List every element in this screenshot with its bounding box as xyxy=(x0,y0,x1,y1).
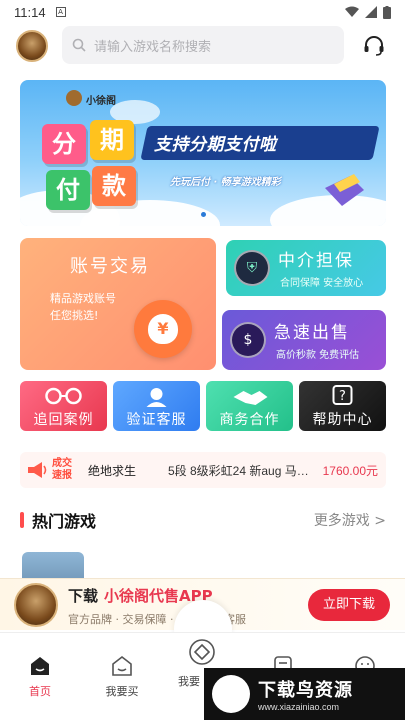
banner-tile: 分 xyxy=(42,124,86,164)
carousel-dot[interactable] xyxy=(200,212,206,217)
ticker-price: 1760.00元 xyxy=(322,463,378,478)
search-placeholder: 请输入游戏名称搜索 xyxy=(94,38,212,54)
quick-link-label: 帮助中心 xyxy=(312,412,373,428)
tab-home[interactable]: 首页 xyxy=(10,655,70,699)
shield-icon: ⛨ xyxy=(234,250,270,286)
section-title: 热门游戏 xyxy=(32,512,97,531)
more-games-link[interactable]: 更多游戏 > xyxy=(314,510,386,530)
quick-link-label: 追回案例 xyxy=(33,412,94,428)
help-icon: ? xyxy=(332,385,353,405)
hot-games-header: 热门游戏 更多游戏 > xyxy=(20,508,386,532)
card-desc: 精品游戏账号 任您挑选! xyxy=(50,290,116,324)
watermark-text: 下载鸟资源 www.xiazainiao.com xyxy=(258,676,353,712)
brand-logo-icon xyxy=(66,90,82,106)
quick-link-label: 验证客服 xyxy=(126,412,187,428)
quick-link-verify-support[interactable]: 验证客服 xyxy=(113,381,200,431)
ticker-tag-line: 成交 xyxy=(52,458,72,469)
status-bar: 11:14 A xyxy=(0,0,405,24)
banner-slogan: 支持分期支付啦 xyxy=(154,135,277,155)
watermark-url: www.xiazainiao.com xyxy=(258,702,340,712)
banner-sub-slogan: 先玩后付 · 畅享游戏精彩 xyxy=(170,177,281,188)
megaphone-icon xyxy=(28,462,47,478)
deal-ticker[interactable]: 成交 速报 绝地求生 5段 8级彩虹24 新aug 马… 1760.00元 xyxy=(20,452,386,488)
svg-text:?: ? xyxy=(339,389,346,404)
banner-tile: 付 xyxy=(46,170,90,210)
headset-icon[interactable] xyxy=(362,34,386,58)
quick-link-business[interactable]: 商务合作 xyxy=(206,381,293,431)
quick-link-label: 商务合作 xyxy=(219,412,280,428)
money-bag-icon: $ xyxy=(230,322,266,358)
card-desc-line: 精品游戏账号 xyxy=(50,292,116,305)
tab-label: 我要买 xyxy=(105,685,139,698)
card-title: 急速出售 xyxy=(274,323,350,343)
carousel-dots xyxy=(20,212,386,217)
card-subtitle: 合同保障 安全放心 xyxy=(280,278,364,289)
banner-tile: 款 xyxy=(92,166,136,206)
notification-icon: A xyxy=(55,7,66,17)
banner-tile: 期 xyxy=(90,120,134,160)
promo-title-prefix: 下载 xyxy=(68,587,99,605)
card-title: 中介担保 xyxy=(278,251,354,271)
avatar[interactable] xyxy=(16,30,48,62)
buy-icon xyxy=(112,655,132,676)
watermark-logo-icon xyxy=(212,675,250,713)
account-trade-card[interactable]: 账号交易 精品游戏账号 任您挑选! ¥ xyxy=(20,238,216,370)
tab-label: 首页 xyxy=(29,685,51,698)
card-subtitle: 高价秒款 免费评估 xyxy=(276,350,360,361)
home-icon xyxy=(31,657,49,675)
money-bag-icon: ¥ xyxy=(134,300,192,358)
site-watermark: 下载鸟资源 www.xiazainiao.com xyxy=(204,668,405,720)
battery-icon xyxy=(383,5,391,19)
quick-link-help[interactable]: ? 帮助中心 xyxy=(299,381,386,431)
search-icon xyxy=(72,38,86,52)
escrow-card[interactable]: ⛨ 中介担保 合同保障 安全放心 xyxy=(226,240,386,296)
app-logo xyxy=(14,583,58,627)
header: 请输入游戏名称搜索 xyxy=(0,26,405,66)
search-input[interactable]: 请输入游戏名称搜索 xyxy=(62,26,344,64)
handshake-icon xyxy=(233,391,268,405)
wallet-icon xyxy=(325,174,364,206)
tab-buy[interactable]: 我要买 xyxy=(92,655,152,699)
ticker-tag: 成交 速报 xyxy=(52,458,76,482)
banner-logo-text: 小徐阁 xyxy=(86,96,116,107)
handcuffs-icon xyxy=(45,387,82,405)
quick-sale-card[interactable]: $ 急速出售 高价秒款 免费评估 xyxy=(222,310,386,370)
support-agent-icon xyxy=(146,388,167,407)
sell-icon xyxy=(189,639,215,665)
card-title: 账号交易 xyxy=(70,256,150,277)
watermark-main: 下载鸟资源 xyxy=(258,680,353,701)
signal-icon xyxy=(365,6,377,18)
promo-banner[interactable]: 小徐阁 分 期 付 款 支持分期支付啦 先玩后付 · 畅享游戏精彩 xyxy=(20,80,386,226)
wifi-icon xyxy=(345,6,359,17)
quick-links: 追回案例 验证客服 商务合作 ? 帮助中心 xyxy=(20,381,386,431)
quick-link-recovery[interactable]: 追回案例 xyxy=(20,381,107,431)
ticker-tag-line: 速报 xyxy=(52,470,72,481)
card-desc-line: 任您挑选! xyxy=(50,309,99,322)
ticker-game: 绝地求生 xyxy=(88,463,137,478)
status-time: 11:14 xyxy=(14,4,46,20)
ticker-item: 5段 8级彩虹24 新aug 马… xyxy=(168,463,308,478)
section-accent-bar xyxy=(20,512,24,528)
download-now-button[interactable]: 立即下载 xyxy=(308,589,390,621)
status-icons xyxy=(345,5,391,19)
